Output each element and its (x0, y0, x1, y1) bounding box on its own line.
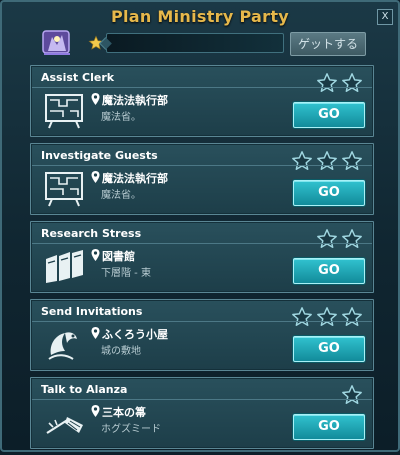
go-button[interactable]: GO (293, 258, 365, 284)
star-slots (316, 72, 363, 96)
task-sublocation: 魔法省。 (101, 112, 141, 123)
close-button[interactable]: X (377, 9, 393, 25)
task-location: 魔法法執行部 (102, 94, 168, 107)
star-slot-icon (292, 151, 312, 170)
divider (32, 321, 372, 322)
panel-header: Plan Ministry Party X ゲットする (2, 2, 398, 64)
task-title: Send Invitations (41, 305, 143, 318)
task-card: Send Invitations ふくろう小屋 城の敷地 GO (30, 299, 374, 371)
divider (32, 87, 372, 88)
books-icon (46, 250, 83, 283)
location-pin-icon (91, 327, 100, 339)
star-slot-icon (317, 229, 337, 248)
location-pin-icon (91, 405, 100, 417)
location-pin-icon (91, 93, 100, 105)
task-card: Talk to Alanza 三本の箒 ホグズミード GO (30, 377, 374, 449)
star-slot-icon (292, 307, 312, 326)
task-card: Investigate Guests 魔法法執行部 魔法省。 GO (30, 143, 374, 215)
task-title: Investigate Guests (41, 149, 158, 162)
star-slot-icon (342, 151, 362, 170)
owl-letter-icon (48, 332, 77, 360)
star-slots (316, 228, 363, 252)
task-title: Talk to Alanza (41, 383, 128, 396)
go-button[interactable]: GO (293, 102, 365, 128)
panel-title: Plan Ministry Party (110, 7, 290, 26)
star-slot-icon (342, 385, 362, 404)
quest-panel: Plan Ministry Party X ゲットする Assist Clerk (0, 0, 400, 452)
task-location: 魔法法執行部 (102, 172, 168, 185)
go-button[interactable]: GO (293, 336, 365, 362)
star-slot-icon (342, 73, 362, 92)
map-board-icon (45, 172, 83, 207)
task-location: ふくろう小屋 (102, 328, 168, 341)
divider (32, 399, 372, 400)
star-slots (341, 384, 363, 408)
task-location: 図書館 (102, 250, 135, 263)
task-sublocation: 下層階 - 東 (101, 268, 151, 279)
star-slot-icon (342, 229, 362, 248)
location-pin-icon (91, 249, 100, 261)
task-sublocation: 城の敷地 (101, 346, 141, 357)
star-slot-icon (317, 151, 337, 170)
task-title: Assist Clerk (41, 71, 115, 84)
star-slots (291, 306, 363, 330)
task-sublocation: 魔法省。 (101, 190, 141, 201)
go-button[interactable]: GO (293, 180, 365, 206)
map-board-icon (45, 94, 83, 129)
task-list: Assist Clerk 魔法法執行部 魔法省。 GO Investigate … (30, 65, 374, 455)
go-button[interactable]: GO (293, 414, 365, 440)
ministry-emblem-icon (42, 30, 70, 55)
star-slot-icon (317, 307, 337, 326)
get-button[interactable]: ゲットする (290, 32, 366, 56)
divider (32, 165, 372, 166)
task-card: Research Stress 図書館 下層階 - 東 GO (30, 221, 374, 293)
task-title: Research Stress (41, 227, 142, 240)
task-location: 三本の箒 (102, 406, 146, 419)
divider (32, 243, 372, 244)
star-slot-icon (342, 307, 362, 326)
task-card: Assist Clerk 魔法法執行部 魔法省。 GO (30, 65, 374, 137)
star-slots (291, 150, 363, 174)
location-pin-icon (91, 171, 100, 183)
star-slot-icon (317, 73, 337, 92)
broom-icon (46, 417, 83, 434)
task-sublocation: ホグズミード (101, 424, 161, 435)
star-progress-bar (106, 33, 284, 53)
